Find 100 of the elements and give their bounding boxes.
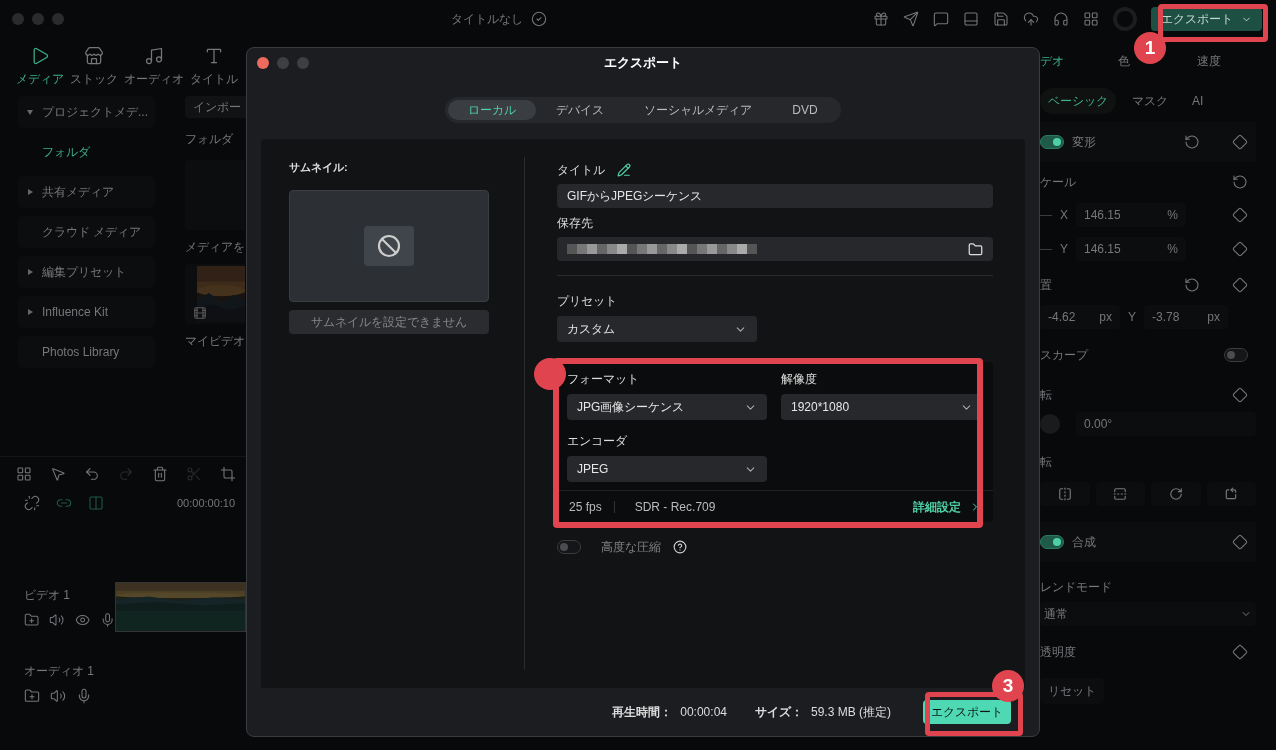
media-tab[interactable]: オーディオ: [124, 46, 184, 96]
keyframe-icon[interactable]: [1232, 207, 1248, 223]
rotation-field[interactable]: 0.00°: [1076, 412, 1256, 436]
gift-icon[interactable]: [873, 11, 889, 27]
preset-select[interactable]: カスタム: [557, 316, 757, 342]
step-marker: 1: [1134, 32, 1166, 64]
sidebar-item[interactable]: クラウド メディア: [18, 216, 155, 248]
title-field[interactable]: GIFからJPEGシーケンス: [557, 184, 993, 208]
toggle-switch[interactable]: [1040, 135, 1064, 149]
flip-button[interactable]: [1206, 482, 1256, 506]
keyframe-icon[interactable]: [1232, 134, 1248, 150]
inspector-subtab[interactable]: マスク: [1124, 88, 1176, 114]
duration-label: 再生時間：: [612, 704, 673, 721]
inspector-tab[interactable]: デオ: [1040, 52, 1080, 70]
reset-icon[interactable]: [1184, 134, 1200, 150]
keyframe-icon[interactable]: [1232, 277, 1248, 293]
video-clip[interactable]: [115, 581, 246, 632]
reset-icon[interactable]: [1232, 174, 1248, 190]
keyframe-icon[interactable]: [1232, 387, 1248, 403]
position-x-field[interactable]: -4.62 px: [1040, 305, 1120, 329]
keyframe-icon[interactable]: [1232, 534, 1248, 550]
position-y-field[interactable]: -3.78 px: [1144, 305, 1228, 329]
layout-icon[interactable]: [16, 466, 32, 482]
inspector-subtab[interactable]: ベーシック: [1040, 88, 1116, 114]
section-title: 変形: [1072, 134, 1096, 151]
field-label: 置: [1040, 277, 1052, 294]
export-tab[interactable]: ソーシャルメディア: [624, 100, 773, 120]
sidebar-item[interactable]: フォルダ: [18, 136, 155, 168]
save-icon[interactable]: [993, 11, 1009, 27]
axis-label: Y: [1128, 309, 1136, 326]
reset-button[interactable]: リセット: [1040, 678, 1104, 704]
set-thumbnail-button[interactable]: サムネイルを設定できません: [289, 309, 489, 334]
scale-field[interactable]: 146.15 %: [1076, 203, 1186, 227]
clip-name: マイビデオ: [185, 333, 246, 350]
panel-icon[interactable]: [963, 11, 979, 27]
flip-button[interactable]: [1151, 482, 1201, 506]
media-tab[interactable]: ストック: [70, 46, 118, 96]
check-icon: [530, 11, 547, 27]
field-label: タイトル: [557, 162, 605, 179]
scale-field[interactable]: 146.15 %: [1076, 237, 1186, 261]
export-tab[interactable]: DVD: [772, 100, 838, 120]
export-tab[interactable]: デバイス: [536, 100, 625, 120]
send-icon[interactable]: [903, 11, 919, 27]
format-select[interactable]: JPG画像シーケンス: [567, 394, 767, 420]
media-tab[interactable]: タイトル: [190, 46, 238, 96]
unlink-icon[interactable]: [24, 495, 40, 512]
inspector-subtab[interactable]: AI: [1184, 88, 1212, 114]
message-icon[interactable]: [933, 11, 949, 27]
blend-select[interactable]: 通常: [1040, 602, 1256, 626]
field-label: レンドモード: [1040, 579, 1113, 596]
media-tab[interactable]: メディア: [16, 46, 64, 96]
flip-button[interactable]: [1040, 482, 1090, 506]
sidebar-item[interactable]: Photos Library: [18, 336, 155, 368]
keyframe-icon[interactable]: [1232, 644, 1248, 660]
fps-label: 25 fps: [569, 498, 602, 516]
help-icon[interactable]: [673, 540, 687, 554]
volume-icon[interactable]: [50, 687, 66, 704]
sidebar-item[interactable]: 共有メディア: [18, 176, 155, 208]
toggle-switch[interactable]: [1040, 535, 1064, 549]
flip-icon: [1168, 487, 1183, 501]
tab-icon: [84, 46, 104, 66]
field-label: 転: [1040, 387, 1052, 404]
cloud-upload-icon[interactable]: [1023, 11, 1039, 27]
field-label: フォーマット: [567, 371, 640, 388]
keyframe-icon[interactable]: [1232, 241, 1248, 257]
export-button[interactable]: エクスポート: [923, 700, 1011, 724]
ai-pencil-icon[interactable]: [617, 163, 631, 177]
undo-icon[interactable]: [84, 466, 100, 482]
timecode: 00:00:00:10: [176, 496, 236, 511]
sidebar-item[interactable]: 編集プリセット: [18, 256, 155, 288]
pointer-icon[interactable]: [50, 466, 66, 482]
folder-icon[interactable]: [968, 241, 983, 257]
encoder-select[interactable]: JPEG: [567, 456, 767, 482]
close-button[interactable]: [257, 57, 269, 69]
crop-icon[interactable]: [220, 466, 236, 482]
import-button[interactable]: インポー: [185, 96, 246, 118]
apps-icon[interactable]: [1083, 11, 1099, 27]
thumbnail-label: サムネイル:: [289, 160, 349, 175]
reset-icon[interactable]: [1184, 277, 1200, 293]
sidebar-item[interactable]: プロジェクトメデ...: [18, 96, 155, 128]
toggle-switch[interactable]: [1224, 348, 1248, 362]
flip-icon: [1224, 487, 1239, 501]
inspector-tab[interactable]: 色: [1118, 52, 1130, 70]
headset-icon[interactable]: [1053, 11, 1069, 27]
inspector-tab[interactable]: 速度: [1197, 52, 1221, 70]
document-title: タイトルなし: [450, 11, 523, 28]
volume-icon[interactable]: [49, 611, 65, 628]
delete-icon[interactable]: [152, 466, 168, 482]
mic-icon[interactable]: [76, 687, 92, 704]
sidebar-item[interactable]: Influence Kit: [18, 296, 155, 328]
field-label: 透明度: [1040, 644, 1076, 661]
color-space-label: SDR - Rec.709: [634, 498, 716, 516]
export-tab[interactable]: ローカル: [448, 100, 537, 120]
field-label: エンコーダ: [567, 433, 628, 450]
toggle-switch[interactable]: [557, 540, 581, 554]
save-path-field[interactable]: [557, 237, 993, 261]
field-label: スカープ: [1040, 347, 1088, 364]
flip-button[interactable]: [1095, 482, 1145, 506]
track-label: オーディオ 1: [24, 662, 95, 680]
advanced-settings-link[interactable]: 詳細設定: [913, 497, 981, 516]
